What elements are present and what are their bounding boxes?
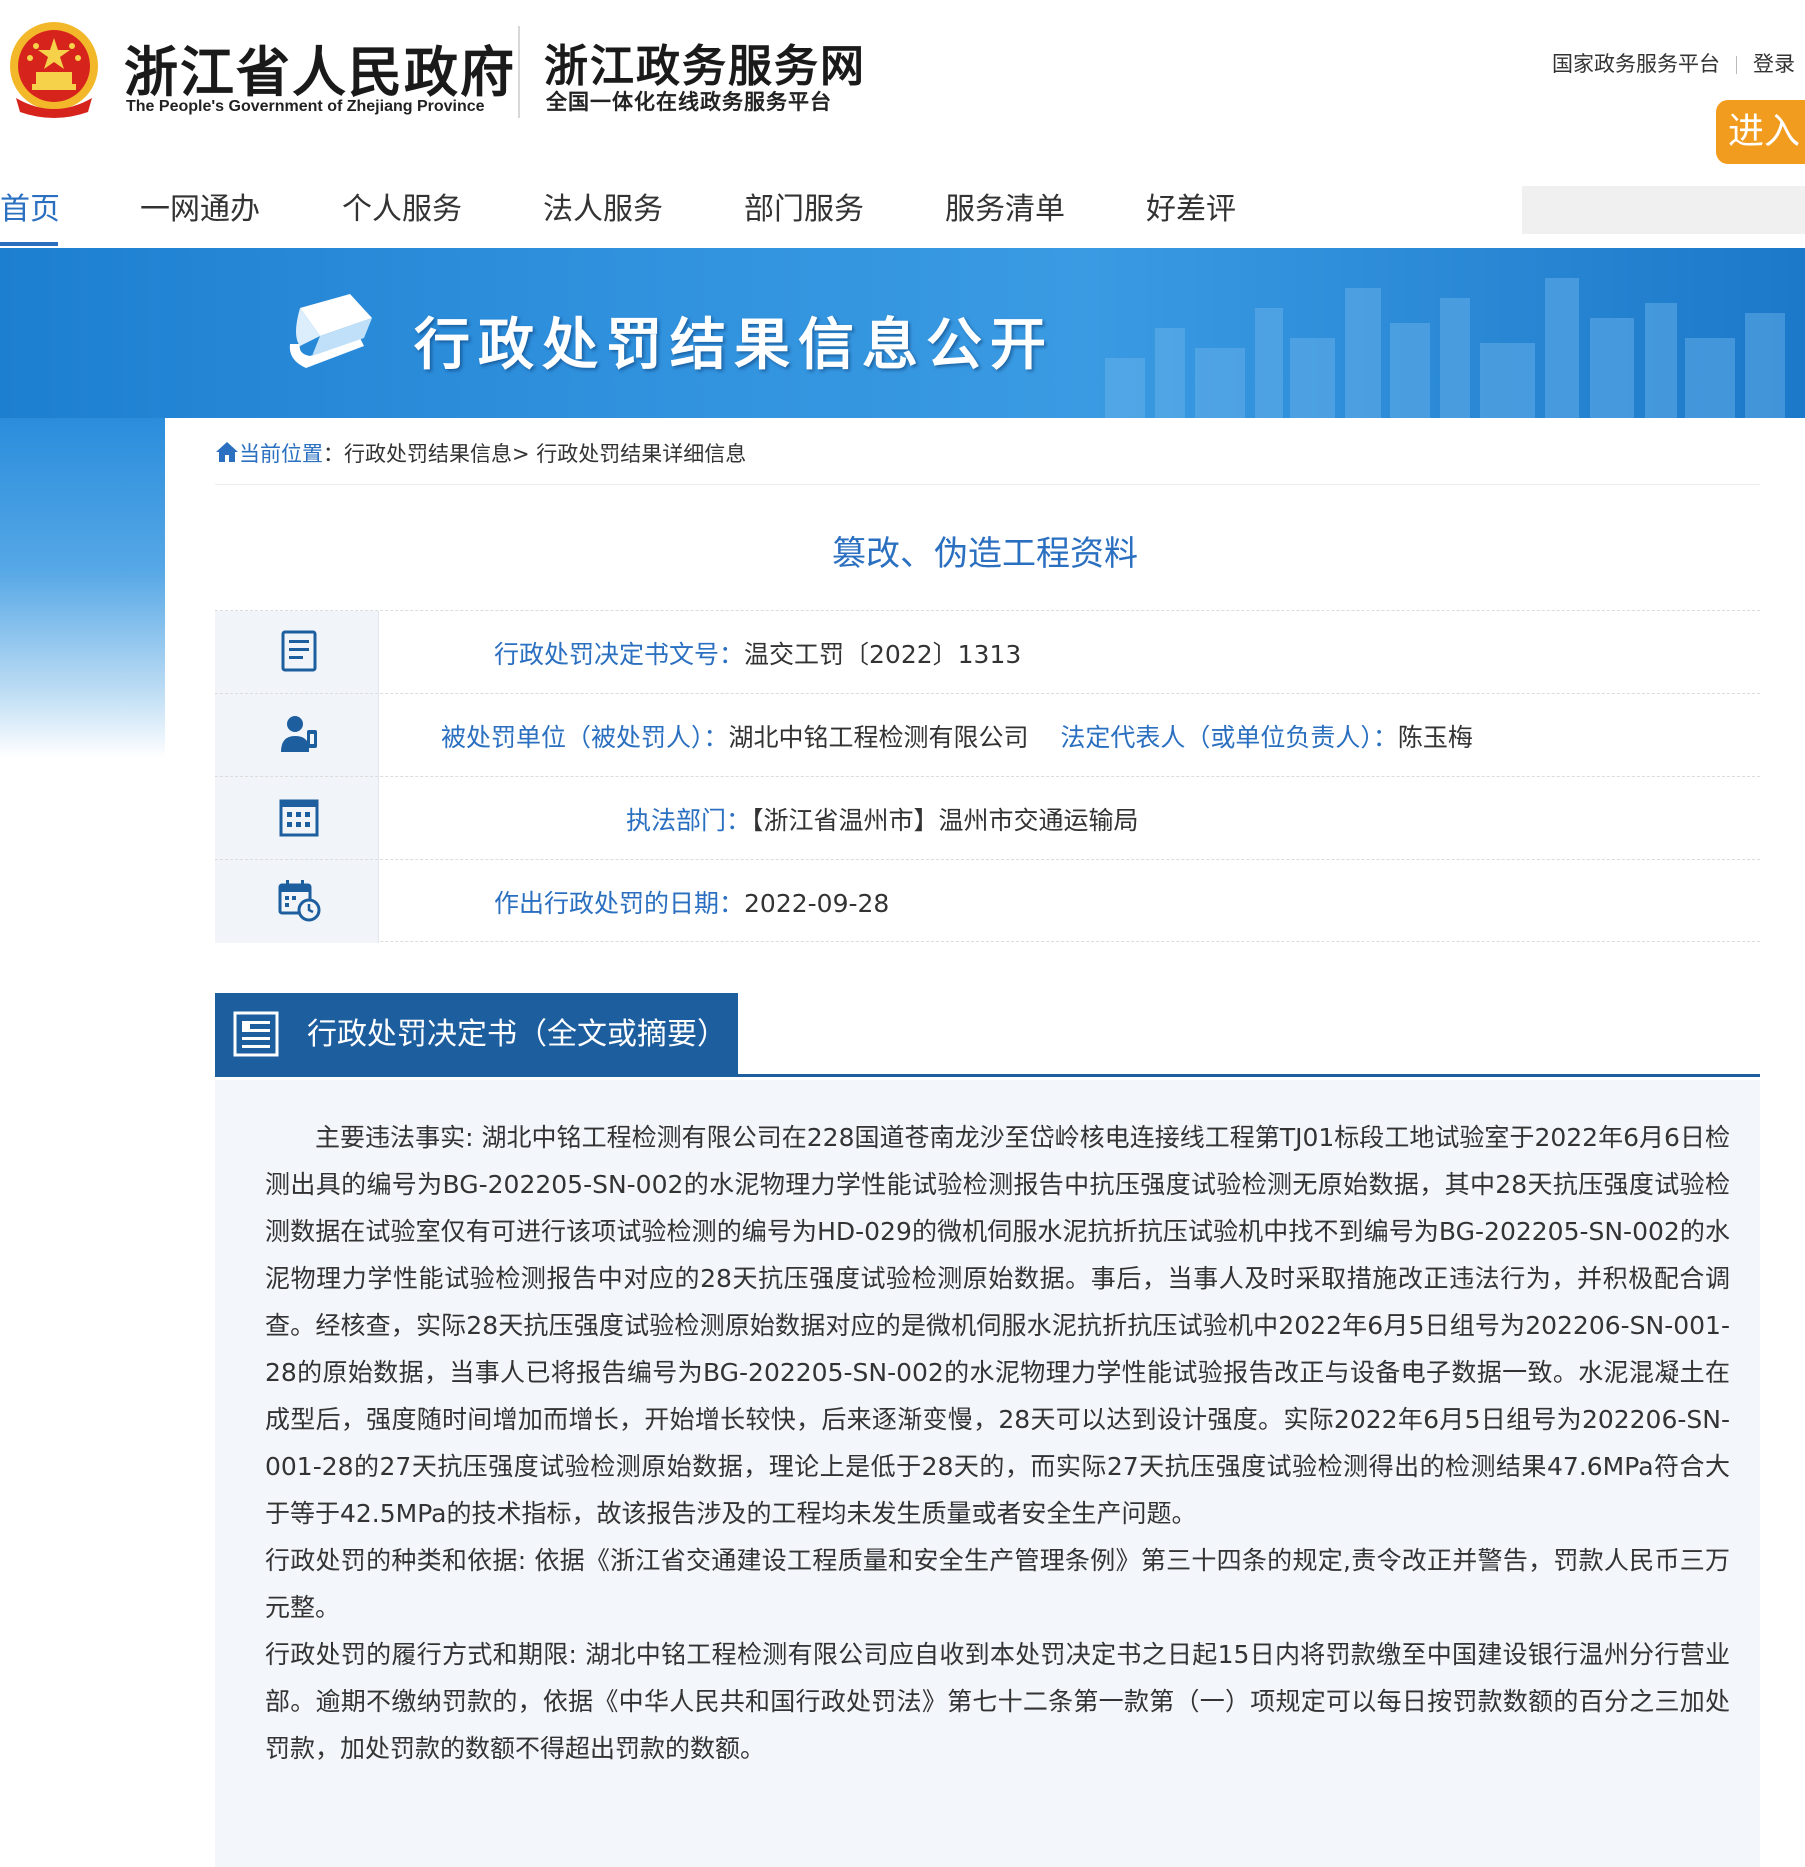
section-header: 行政处罚决定书（全文或摘要） bbox=[215, 993, 1760, 1077]
main-nav: 首页 一网通办 个人服务 法人服务 部门服务 服务清单 好差评 bbox=[0, 170, 1805, 248]
link-divider bbox=[1736, 56, 1737, 74]
breadcrumb: 当前位置：行政处罚结果信息> 行政处罚结果详细信息 bbox=[215, 438, 746, 468]
date-text: 作出行政处罚的日期：2022-09-28 bbox=[494, 884, 889, 920]
login-link[interactable]: 登录 bbox=[1753, 52, 1795, 76]
info-row-doc-no: 行政处罚决定书文号：温交工罚〔2022〕1313 bbox=[215, 610, 1760, 694]
city-skyline-decoration bbox=[1105, 278, 1785, 418]
banner: 行政处罚结果信息公开 bbox=[0, 248, 1805, 418]
nav-item-rating[interactable]: 好差评 bbox=[1146, 184, 1236, 244]
nav-item-department[interactable]: 部门服务 bbox=[744, 184, 864, 244]
nav-item-personal[interactable]: 个人服务 bbox=[342, 184, 462, 244]
top-links: 国家政务服务平台 登录 bbox=[1552, 48, 1795, 78]
content-paragraph-execution: 行政处罚的履行方式和期限: 湖北中铭工程检测有限公司应自收到本处罚决定书之日起1… bbox=[265, 1640, 1730, 1763]
info-icon-cell bbox=[215, 611, 379, 694]
dept-label: 执法部门： bbox=[626, 806, 752, 835]
info-icon-cell bbox=[215, 694, 379, 777]
content-paragraph-facts: 主要违法事实: 湖北中铭工程检测有限公司在228国道苍南龙沙至岱岭核电连接线工程… bbox=[265, 1123, 1730, 1528]
page-title: 篡改、伪造工程资料 bbox=[832, 534, 1138, 574]
dept-value: 【浙江省温州市】温州市交通运输局 bbox=[751, 806, 1139, 835]
site-header: 浙江省人民政府 The People's Government of Zheji… bbox=[0, 0, 1805, 164]
rep-value: 陈玉梅 bbox=[1397, 723, 1473, 752]
breadcrumb-level1[interactable]: 行政处罚结果信息 bbox=[344, 442, 512, 466]
service-subtitle: 全国一体化在线政务服务平台 bbox=[546, 89, 832, 114]
nav-item-home[interactable]: 首页 bbox=[0, 184, 60, 246]
search-input[interactable] bbox=[1522, 186, 1805, 234]
building-icon bbox=[279, 799, 319, 837]
info-row-dept: 执法部门：【浙江省温州市】温州市交通运输局 bbox=[215, 776, 1760, 860]
breadcrumb-colon: ： bbox=[323, 442, 344, 466]
gov-title[interactable]: 浙江省人民政府 bbox=[124, 28, 516, 107]
banner-title: 行政处罚结果信息公开 bbox=[414, 313, 1054, 378]
dept-text: 执法部门：【浙江省温州市】温州市交通运输局 bbox=[626, 801, 1139, 837]
decision-content: 主要违法事实: 湖北中铭工程检测有限公司在228国道苍南龙沙至岱岭核电连接线工程… bbox=[215, 1080, 1760, 1867]
doc-no-value: 温交工罚〔2022〕1313 bbox=[744, 640, 1022, 669]
gov-subtitle: The People's Government of Zhejiang Prov… bbox=[126, 98, 485, 115]
main-panel: 当前位置：行政处罚结果信息> 行政处罚结果详细信息 篡改、伪造工程资料 行政处罚… bbox=[165, 418, 1805, 1867]
party-label: 被处罚单位（被处罚人）： bbox=[441, 723, 729, 752]
section-tab: 行政处罚决定书（全文或摘要） bbox=[215, 993, 738, 1077]
breadcrumb-divider bbox=[215, 484, 1760, 485]
rep-label: 法定代表人（或单位负责人）： bbox=[1060, 723, 1398, 752]
date-value: 2022-09-28 bbox=[744, 889, 890, 918]
doc-no-text: 行政处罚决定书文号：温交工罚〔2022〕1313 bbox=[494, 635, 1021, 671]
info-row-date: 作出行政处罚的日期：2022-09-28 bbox=[215, 859, 1760, 943]
nav-item-legal-person[interactable]: 法人服务 bbox=[543, 184, 663, 244]
national-platform-link[interactable]: 国家政务服务平台 bbox=[1552, 52, 1720, 76]
nav-item-one-stop[interactable]: 一网通办 bbox=[140, 184, 260, 244]
national-emblem-icon bbox=[10, 22, 98, 118]
book-icon bbox=[289, 294, 372, 368]
content-paragraph-basis: 行政处罚的种类和依据: 依据《浙江省交通建设工程质量和安全生产管理条例》第三十四… bbox=[265, 1546, 1730, 1622]
date-label: 作出行政处罚的日期： bbox=[494, 889, 745, 918]
breadcrumb-arrow: > bbox=[512, 442, 530, 466]
info-icon-cell bbox=[215, 860, 379, 943]
doc-no-label: 行政处罚决定书文号： bbox=[494, 640, 745, 669]
breadcrumb-level2[interactable]: 行政处罚结果详细信息 bbox=[536, 442, 746, 466]
enter-button[interactable]: 进入 bbox=[1716, 100, 1805, 164]
section-title: 行政处罚决定书（全文或摘要） bbox=[307, 1017, 727, 1052]
banner-side-gradient bbox=[0, 418, 165, 758]
person-icon bbox=[281, 716, 317, 752]
header-divider bbox=[518, 26, 520, 118]
document-icon bbox=[281, 630, 317, 672]
info-row-party: 被处罚单位（被处罚人）：湖北中铭工程检测有限公司 法定代表人（或单位负责人）：陈… bbox=[215, 693, 1760, 777]
party-value: 湖北中铭工程检测有限公司 bbox=[728, 723, 1029, 752]
info-table: 行政处罚决定书文号：温交工罚〔2022〕1313 被处罚单位（被处罚人）：湖北中… bbox=[215, 610, 1760, 943]
home-icon bbox=[216, 442, 238, 462]
nav-item-service-list[interactable]: 服务清单 bbox=[945, 184, 1065, 244]
service-title[interactable]: 浙江政务服务网 bbox=[544, 30, 866, 94]
list-doc-icon bbox=[233, 1011, 279, 1057]
calendar-icon bbox=[278, 880, 321, 922]
party-text: 被处罚单位（被处罚人）：湖北中铭工程检测有限公司 法定代表人（或单位负责人）：陈… bbox=[441, 718, 1473, 754]
breadcrumb-home[interactable]: 当前位置 bbox=[239, 442, 323, 466]
info-icon-cell bbox=[215, 777, 379, 860]
